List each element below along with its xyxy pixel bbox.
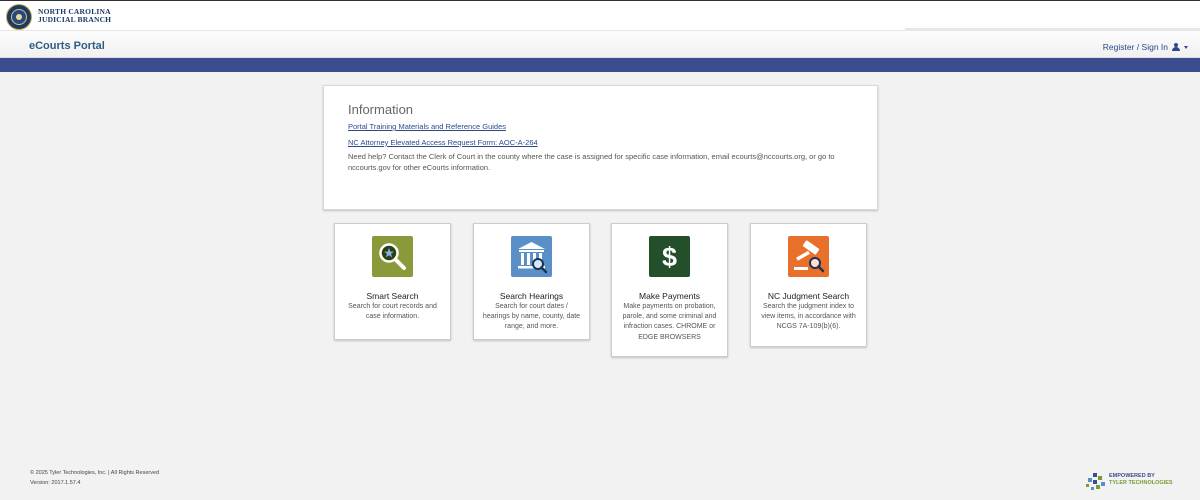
courthouse-search-icon	[511, 236, 552, 277]
user-icon	[1172, 43, 1180, 51]
judgment-search-tile[interactable]: NC Judgment Search Search the judgment i…	[750, 223, 867, 347]
information-panel: Information Portal Training Materials an…	[323, 85, 878, 210]
information-title: Information	[348, 102, 414, 117]
version-text: Version: 2017.1.57.4	[30, 480, 81, 486]
portal-title-link[interactable]: eCourts Portal	[29, 40, 105, 52]
training-materials-link[interactable]: Portal Training Materials and Reference …	[348, 122, 506, 131]
tyler-mosaic-icon	[1086, 473, 1105, 490]
tile-description: Search for court records and case inform…	[348, 303, 437, 321]
top-brand-bar: NORTH CAROLINA JUDICIAL BRANCH	[0, 0, 1200, 30]
help-text: Need help? Contact the Clerk of Court in…	[348, 152, 835, 172]
tyler-logo-text: EMPOWERED BY TYLER TECHNOLOGIES	[1109, 473, 1173, 487]
tile-description: Search for court dates / hearings by nam…	[482, 303, 581, 331]
smart-search-tile[interactable]: Smart Search Search for court records an…	[334, 223, 451, 340]
svg-text:$: $	[662, 242, 677, 272]
brand-line-2: JUDICIAL BRANCH	[38, 15, 112, 24]
tile-title: Make Payments	[639, 291, 700, 301]
tile-title: Smart Search	[366, 291, 419, 301]
tile-description: Make payments on probation, parole, and …	[622, 303, 717, 341]
nav-band	[0, 58, 1200, 72]
register-signin-menu[interactable]: Register / Sign In	[1103, 42, 1188, 52]
tyler-logo[interactable]: EMPOWERED BY TYLER TECHNOLOGIES	[1085, 472, 1175, 492]
caret-down-icon	[1184, 45, 1188, 49]
copyright-text: © 2025 Tyler Technologies, Inc. | All Ri…	[30, 470, 160, 476]
judicial-seal-icon[interactable]	[6, 4, 32, 30]
signin-label: Register / Sign In	[1102, 42, 1168, 52]
tile-title: NC Judgment Search	[767, 291, 850, 301]
gavel-search-icon	[788, 236, 829, 277]
tile-description: Search the judgment index to view items,…	[761, 303, 856, 331]
portal-header: eCourts Portal Register / Sign In	[0, 30, 1200, 58]
attorney-access-form-link[interactable]: NC Attorney Elevated Access Request Form…	[348, 138, 538, 147]
search-hearings-tile[interactable]: Search Hearings Search for court dates /…	[473, 223, 590, 340]
magnifier-star-icon	[372, 236, 413, 277]
tile-title: Search Hearings	[499, 291, 564, 301]
footer: © 2025 Tyler Technologies, Inc. | All Ri…	[30, 468, 159, 488]
tyler-line-1: EMPOWERED BY	[1109, 473, 1155, 479]
make-payments-tile[interactable]: $ Make Payments Make payments on probati…	[611, 223, 728, 357]
dollar-icon: $	[649, 236, 690, 277]
brand-logo-text[interactable]: NORTH CAROLINA JUDICIAL BRANCH	[38, 8, 111, 24]
tyler-line-2: TYLER TECHNOLOGIES	[1109, 480, 1173, 486]
